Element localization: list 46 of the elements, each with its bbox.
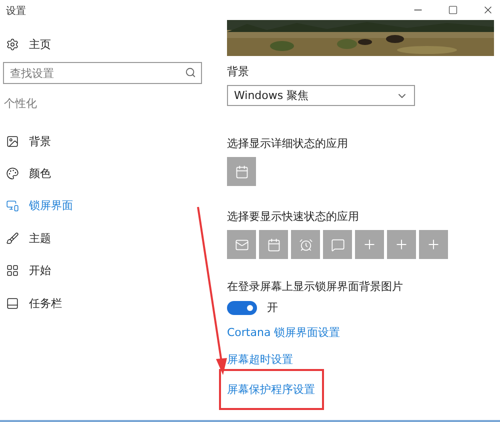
settings-link[interactable]: 屏幕保护程序设置 xyxy=(221,371,322,408)
section-heading: 个性化 xyxy=(3,96,38,112)
search-icon xyxy=(185,67,196,78)
taskbar-icon xyxy=(6,296,19,310)
message-icon xyxy=(330,238,344,252)
close-button[interactable] xyxy=(482,4,494,16)
add-tile[interactable] xyxy=(419,230,448,259)
window-title: 设置 xyxy=(5,4,27,19)
section-heading: 选择显示详细状态的应用 xyxy=(227,136,349,151)
home-link[interactable]: 主页 xyxy=(0,32,218,56)
plus-icon xyxy=(362,237,377,252)
alarm-icon xyxy=(298,238,312,252)
sidebar-item[interactable]: 背景 xyxy=(0,125,218,158)
field-label: 背景 xyxy=(227,64,250,79)
search-field[interactable]: 查找设置 xyxy=(3,62,202,84)
sidebar-item[interactable]: 开始 xyxy=(0,254,218,287)
calendar-tile[interactable] xyxy=(259,230,288,259)
settings-icon xyxy=(6,38,19,50)
brush-icon xyxy=(6,232,19,245)
background-dropdown[interactable]: Windows 聚焦 xyxy=(227,85,415,106)
settings-link[interactable]: Cortana 锁屏界面设置 xyxy=(227,325,494,340)
sidebar-item[interactable]: 主题 xyxy=(0,222,218,255)
sidebar-item[interactable]: 任务栏 xyxy=(0,286,218,320)
lock-screen-icon xyxy=(6,199,19,212)
mail-icon xyxy=(234,238,248,252)
toggle-state: 开 xyxy=(267,300,278,315)
maximize-button[interactable] xyxy=(448,5,458,15)
plus-icon xyxy=(426,237,441,252)
calendar-icon xyxy=(266,238,280,252)
sidebar-item[interactable]: 颜色 xyxy=(0,157,218,190)
add-tile[interactable] xyxy=(355,230,384,259)
section-heading: 选择要显示快速状态的应用 xyxy=(227,209,360,224)
alarm-tile[interactable] xyxy=(291,230,320,259)
plus-icon xyxy=(394,237,409,252)
settings-link[interactable]: 屏幕超时设置 xyxy=(227,352,494,367)
mail-tile[interactable] xyxy=(227,230,256,259)
calendar-icon xyxy=(234,164,248,178)
message-tile[interactable] xyxy=(323,230,352,259)
toggle-switch[interactable] xyxy=(227,300,257,314)
add-tile[interactable] xyxy=(387,230,416,259)
setting-label: 在登录屏幕上显示锁屏界面背景图片 xyxy=(227,279,404,294)
palette-icon xyxy=(6,167,19,180)
calendar-tile[interactable] xyxy=(227,157,256,186)
image-icon xyxy=(6,134,19,148)
grid-icon xyxy=(6,264,19,278)
sidebar-item[interactable]: 锁屏界面 xyxy=(0,190,218,222)
